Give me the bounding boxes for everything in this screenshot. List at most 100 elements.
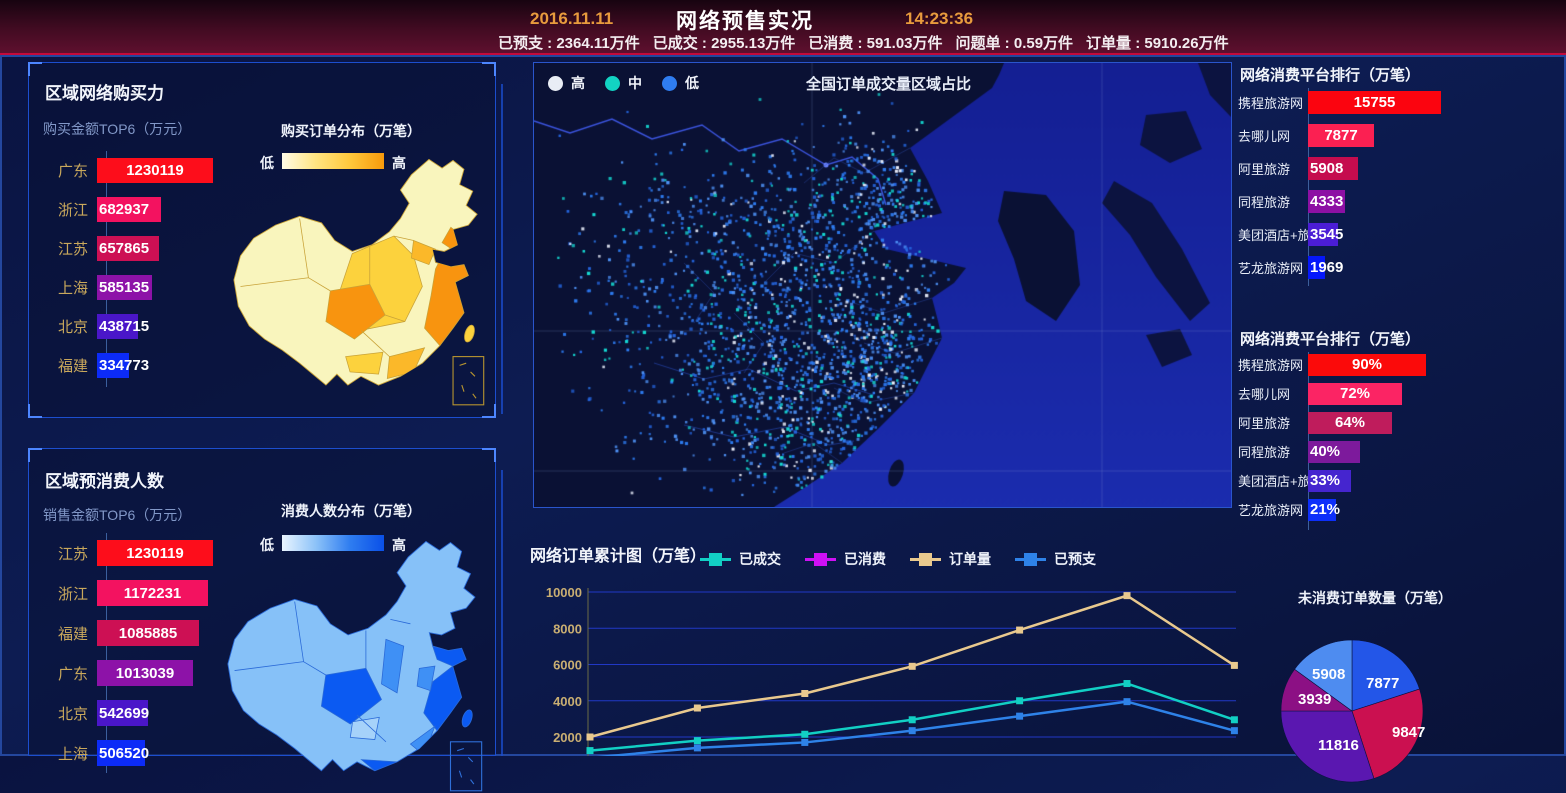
panel-title: 区域网络购买力 xyxy=(45,79,164,104)
svg-text:6000: 6000 xyxy=(553,658,582,673)
bar-value: 657865 xyxy=(99,240,149,257)
bar[interactable]: 1013039 xyxy=(97,660,193,686)
legend-item-consumed[interactable]: 已消费 xyxy=(805,549,886,569)
legend-label: 低 xyxy=(685,73,699,93)
bar-row[interactable]: 艺龙旅游网 21% xyxy=(1238,495,1564,524)
bar-row[interactable]: 同程旅游 4333 xyxy=(1238,185,1564,218)
platform-ranking-bars: 携程旅游网 15755 去哪儿网 7877 阿里旅游 5908 同程旅游 433… xyxy=(1238,86,1564,284)
legend-item-completed[interactable]: 已成交 xyxy=(700,549,781,569)
bar-value: 40% xyxy=(1310,443,1340,460)
bar-row[interactable]: 福建 1085885 xyxy=(43,613,213,653)
bar-row[interactable]: 北京 438715 xyxy=(43,307,213,346)
bar-value: 64% xyxy=(1335,414,1365,431)
bar-row[interactable]: 浙江 1172231 xyxy=(43,573,213,613)
consumer-bars: 江苏 1230119 浙江 1172231 福建 1085885 广东 1013… xyxy=(43,533,213,773)
bar-row[interactable]: 江苏 657865 xyxy=(43,229,213,268)
bar-row[interactable]: 艺龙旅游网 1969 xyxy=(1238,251,1564,284)
bar[interactable]: 682937 xyxy=(97,197,161,222)
bar-row[interactable]: 上海 585135 xyxy=(43,268,213,307)
bar-row[interactable]: 美团酒店+旅游 33% xyxy=(1238,466,1564,495)
bar-row[interactable]: 携程旅游网 90% xyxy=(1238,350,1564,379)
south-china-sea-inset xyxy=(450,742,481,791)
bar-row[interactable]: 上海 506520 xyxy=(43,733,213,773)
bar-value: 7877 xyxy=(1324,127,1357,144)
legend-label: 中 xyxy=(628,73,642,93)
bar[interactable]: 1172231 xyxy=(97,580,208,606)
bar-row[interactable]: 阿里旅游 64% xyxy=(1238,408,1564,437)
bar-value: 72% xyxy=(1340,385,1370,402)
bar-row[interactable]: 去哪儿网 7877 xyxy=(1238,119,1564,152)
legend-item-orders[interactable]: 订单量 xyxy=(910,549,991,569)
bar-row[interactable]: 广东 1230119 xyxy=(43,151,213,190)
stat-completed: 已成交 : 2955.13万件 xyxy=(653,32,796,53)
bar-label: 同程旅游 xyxy=(1238,192,1308,211)
panel-accent-line xyxy=(501,470,503,756)
bar[interactable]: 21% xyxy=(1308,499,1336,521)
bar-row[interactable]: 江苏 1230119 xyxy=(43,533,213,573)
corner-accent xyxy=(482,448,496,462)
bar[interactable]: 542699 xyxy=(97,700,148,726)
bar[interactable]: 15755 xyxy=(1308,91,1441,114)
bar-value: 585135 xyxy=(99,279,149,296)
bar-row[interactable]: 携程旅游网 15755 xyxy=(1238,86,1564,119)
china-map-buy-distribution[interactable] xyxy=(227,155,495,407)
bar-label: 去哪儿网 xyxy=(1238,126,1308,145)
bar[interactable]: 64% xyxy=(1308,412,1392,434)
bar-label: 福建 xyxy=(43,355,97,376)
bar[interactable]: 4333 xyxy=(1308,190,1345,213)
bar-label: 同程旅游 xyxy=(1238,442,1308,461)
page-title: 网络预售实况 xyxy=(676,5,814,35)
legend-item-low[interactable]: 低 xyxy=(662,73,699,93)
bar[interactable]: 33% xyxy=(1308,470,1351,492)
svg-text:2000: 2000 xyxy=(553,730,582,745)
bar-value: 33% xyxy=(1310,472,1340,489)
bar-label: 江苏 xyxy=(43,238,97,259)
line-marker-icon xyxy=(910,553,941,566)
bar[interactable]: 72% xyxy=(1308,383,1402,405)
bar[interactable]: 1230119 xyxy=(97,158,213,183)
bar[interactable]: 438715 xyxy=(97,314,138,339)
corner-accent xyxy=(28,448,42,462)
bar[interactable]: 585135 xyxy=(97,275,152,300)
bar[interactable]: 657865 xyxy=(97,236,159,261)
china-map-consumer-distribution[interactable] xyxy=(221,537,493,793)
bar-label: 浙江 xyxy=(43,199,97,220)
legend-item-mid[interactable]: 中 xyxy=(605,73,642,93)
bar-value: 90% xyxy=(1352,356,1382,373)
bar-value: 1085885 xyxy=(119,625,177,642)
svg-text:8000: 8000 xyxy=(553,621,582,636)
bar[interactable]: 90% xyxy=(1308,354,1426,376)
legend-item-prepaid[interactable]: 已预支 xyxy=(1015,549,1096,569)
bar-row[interactable]: 去哪儿网 72% xyxy=(1238,379,1564,408)
bar-value: 542699 xyxy=(99,705,149,722)
bar[interactable]: 40% xyxy=(1308,441,1360,463)
bar[interactable]: 7877 xyxy=(1308,124,1374,147)
header-stats: 已预支 : 2364.11万件 已成交 : 2955.13万件 已消费 : 59… xyxy=(498,32,1229,53)
bar[interactable]: 1969 xyxy=(1308,256,1325,279)
bar[interactable]: 1230119 xyxy=(97,540,213,566)
legend-item-high[interactable]: 高 xyxy=(548,73,585,93)
line-chart-legend: 已成交 已消费 订单量 已预支 xyxy=(700,549,1096,569)
bar-row[interactable]: 福建 334773 xyxy=(43,346,213,385)
panel-regional-buying-power: 区域网络购买力 购买金额TOP6（万元） 广东 1230119 浙江 68293… xyxy=(28,62,496,418)
bar[interactable]: 334773 xyxy=(97,353,129,378)
bar-label: 北京 xyxy=(43,316,97,337)
bar-row[interactable]: 美团酒店+旅游 3545 xyxy=(1238,218,1564,251)
bar-row[interactable]: 同程旅游 40% xyxy=(1238,437,1564,466)
china-scatter-map[interactable] xyxy=(534,63,1231,507)
corner-accent xyxy=(28,62,42,76)
bar-row[interactable]: 广东 1013039 xyxy=(43,653,213,693)
bar-row[interactable]: 浙江 682937 xyxy=(43,190,213,229)
bar[interactable]: 1085885 xyxy=(97,620,199,646)
mid-dot-icon xyxy=(605,76,620,91)
unconsumed-orders-pie-chart[interactable] xyxy=(1280,639,1424,783)
bar[interactable]: 3545 xyxy=(1308,223,1338,246)
bar-row[interactable]: 阿里旅游 5908 xyxy=(1238,152,1564,185)
pie-chart-title: 未消费订单数量（万笔） xyxy=(1280,588,1470,608)
bar-row[interactable]: 北京 542699 xyxy=(43,693,213,733)
bar[interactable]: 506520 xyxy=(97,740,145,766)
bar[interactable]: 5908 xyxy=(1308,157,1358,180)
cumulative-orders-line-chart[interactable]: 100008000600040002000 xyxy=(524,578,1240,756)
bar-value: 438715 xyxy=(99,318,149,335)
bar-label: 美团酒店+旅游 xyxy=(1238,471,1308,490)
